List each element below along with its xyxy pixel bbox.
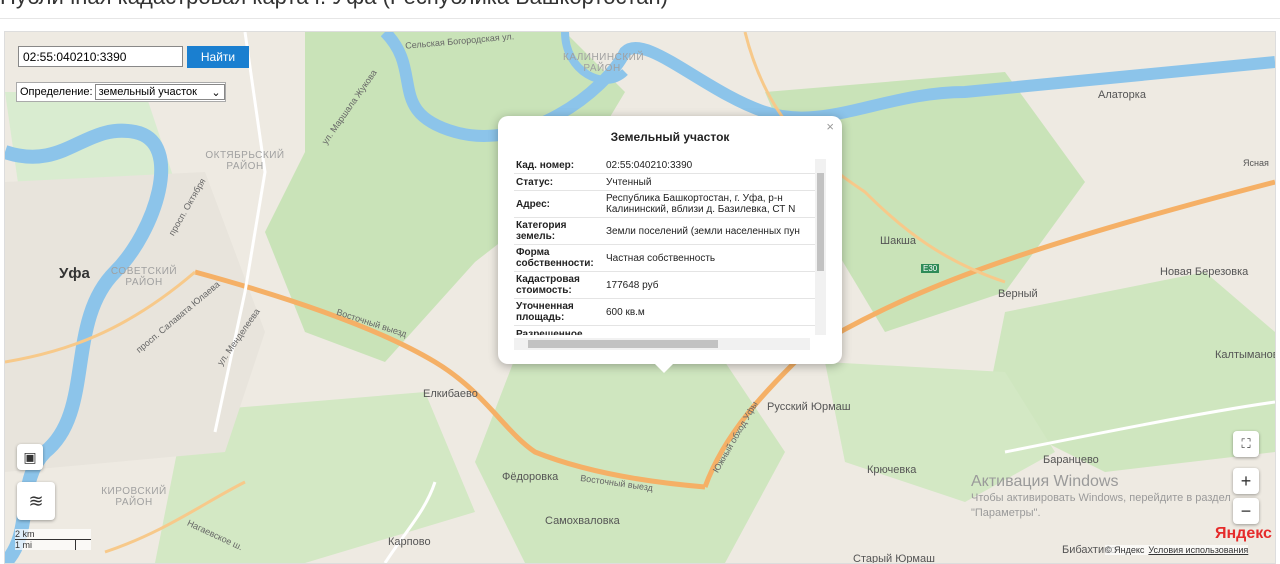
map-attribution: © Яндекс Условия использования	[1105, 545, 1249, 555]
table-row: Статус: Учтенный	[514, 174, 824, 191]
map-label-kirovsky: КИРОВСКИЙ РАЙОН	[101, 486, 167, 508]
zoom-in-button[interactable]: +	[1233, 468, 1259, 494]
map-label-ufa: Уфа	[59, 265, 90, 282]
watermark-text-2: "Параметры".	[971, 507, 1041, 519]
watermark-title: Активация Windows	[971, 473, 1119, 490]
search-form: Найти	[18, 46, 249, 68]
row-key: Категория земель:	[516, 220, 567, 242]
table-row: Категория земель: Земли поселений (земли …	[514, 218, 824, 245]
definition-selected-value: земельный участок	[98, 86, 197, 98]
row-value: Земли поселений (земли населенных пун	[606, 225, 800, 237]
table-row: Кадастровая стоимость: 177648 руб	[514, 272, 824, 299]
row-key: Форма собственности:	[516, 247, 594, 269]
row-value: 177648 руб	[606, 279, 659, 291]
scale-km: 2 km	[15, 529, 91, 540]
watermark-text: Чтобы активировать Windows, перейдите в …	[971, 492, 1231, 504]
map-label-novaya-berezovka: Новая Березовка	[1160, 266, 1249, 278]
map-label-yasnaya: Ясная	[1243, 158, 1269, 168]
row-value: Частная собственность	[606, 252, 716, 264]
divider	[0, 18, 1280, 19]
map-label-elkibaevo: Елкибаево	[423, 388, 478, 400]
row-key: Уточненная площадь:	[516, 301, 574, 323]
map-label-kryuchevka: Крючевка	[867, 464, 917, 476]
chevron-down-icon: ⌄	[211, 86, 221, 99]
map-label-fedorovka: Фёдоровка	[502, 471, 559, 483]
row-key: Статус:	[516, 176, 554, 188]
info-popup: × Земельный участок Кад. номер: 02:55:040…	[498, 116, 842, 373]
map-label-alatorka: Алаторка	[1098, 89, 1146, 101]
row-value: Республика Башкортостан, г. Уфа, р-н Кал…	[606, 193, 796, 215]
map-label-kalininsky: КАЛИНИНСКИЙ РАЙОН	[563, 52, 645, 74]
copyright-text: © Яндекс	[1105, 545, 1145, 555]
map-label-barantsevo: Баранцево	[1043, 454, 1099, 466]
map-label-oktyabrsky: ОКТЯБРЬСКИЙ РАЙОН	[205, 150, 285, 172]
row-key: Кадастровая стоимость:	[516, 274, 580, 296]
map-label-samokhvalovka: Самохваловка	[545, 515, 620, 527]
scrollbar-thumb[interactable]	[817, 173, 824, 271]
ruler-button[interactable]: ▣	[17, 444, 43, 470]
table-row: Кад. номер: 02:55:040210:3390	[514, 157, 824, 174]
terms-link[interactable]: Условия использования	[1148, 545, 1248, 555]
row-value	[604, 332, 824, 335]
map-label-kaltymanovo: Калтыманов	[1215, 349, 1276, 361]
map-label-e30: E30	[921, 264, 940, 273]
map-scale: 2 km 1 mi	[15, 529, 91, 550]
map-label-russky-yurmash: Русский Юрмаш	[767, 401, 851, 413]
row-key: Кад. номер:	[516, 159, 575, 171]
zoom-out-button[interactable]: −	[1233, 498, 1259, 524]
row-key: Разрешенное	[516, 328, 583, 336]
map-label-shaksha: Шакша	[880, 235, 916, 247]
fullscreen-button[interactable]: ⛶	[1233, 431, 1259, 457]
row-value: 02:55:040210:3390	[606, 159, 693, 171]
popup-table: Кад. номер: 02:55:040210:3390 Статус: Учте…	[514, 157, 824, 335]
popup-title: Земельный участок	[610, 130, 730, 144]
fullscreen-icon: ⛶	[1241, 436, 1251, 451]
scrollbar-thumb[interactable]	[528, 340, 718, 348]
windows-activation-watermark: Активация Windows Чтобы активировать Win…	[971, 473, 1231, 521]
definition-label: Определение:	[20, 86, 93, 98]
row-key: Адрес:	[516, 198, 550, 210]
popup-vertical-scrollbar[interactable]	[815, 159, 826, 335]
layers-button[interactable]: ≋	[17, 482, 55, 520]
map[interactable]: Уфа СОВЕТСКИЙ РАЙОН ОКТЯБРЬСКИЙ РАЙОН КИ…	[4, 31, 1276, 564]
definition-row: Определение: земельный участок ⌄	[16, 82, 226, 102]
table-row: Уточненная площадь: 600 кв.м	[514, 299, 824, 326]
table-row: Форма собственности: Частная собственност…	[514, 245, 824, 272]
map-label-verny: Верный	[998, 288, 1038, 300]
map-label-sovetsky: СОВЕТСКИЙ РАЙОН	[110, 266, 178, 288]
layers-icon: ≋	[28, 490, 44, 511]
ruler-icon: ▣	[23, 448, 37, 465]
popup-pointer	[654, 363, 674, 373]
row-value: 600 кв.м	[606, 306, 645, 318]
map-label-karpovo: Карпово	[388, 536, 431, 548]
table-row: Разрешенное	[514, 326, 824, 336]
definition-select[interactable]: земельный участок ⌄	[94, 84, 225, 100]
popup-horizontal-scrollbar[interactable]	[514, 338, 810, 350]
cadastral-search-input[interactable]	[18, 46, 183, 67]
table-row: Адрес: Республика Башкортостан, г. Уфа, р…	[514, 191, 824, 218]
scale-mi: 1 mi	[15, 540, 76, 550]
page-title: Публичная кадастровая карта г. Уфа (Респ…	[0, 0, 668, 10]
search-button[interactable]: Найти	[187, 46, 249, 68]
yandex-logo: Яндекс	[1215, 525, 1272, 542]
row-value: Учтенный	[606, 176, 652, 188]
map-label-stary-yurmash: Старый Юрмаш	[853, 553, 935, 564]
